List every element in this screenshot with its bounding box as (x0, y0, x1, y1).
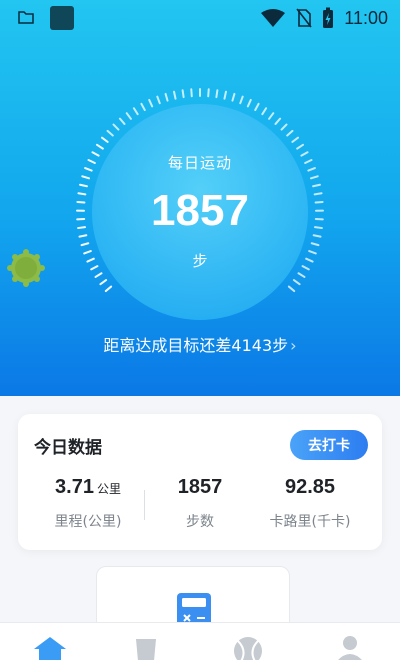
ring-tick (101, 136, 109, 143)
step-unit: 步 (192, 252, 208, 270)
app-square-icon (50, 6, 74, 30)
stat-steps-value: 1857 (177, 476, 223, 498)
floating-badge-icon[interactable] (6, 248, 46, 288)
ring-tick (287, 285, 296, 293)
today-data-card: 今日数据 去打卡 3.71 公里 里程(公里) 1857 步数 92.85 卡路里… (18, 414, 382, 550)
step-count: 1857 (151, 186, 249, 235)
goal-remaining-link[interactable]: 距离达成目标还差4143步 › (0, 332, 400, 356)
stat-steps-label: 步数 (186, 514, 214, 530)
ring-tick (310, 175, 319, 180)
stat-calories: 92.85 卡路里(千卡) (250, 476, 370, 531)
ring-tick (156, 95, 161, 105)
ring-tick (231, 92, 236, 102)
ring-tick (215, 89, 219, 99)
ring-tick (118, 117, 126, 125)
folder-icon (18, 11, 34, 24)
stat-steps: 1857 步数 (140, 476, 260, 531)
ring-tick (80, 242, 90, 247)
status-bar: 11:00 (0, 0, 400, 36)
ring-tick (296, 143, 305, 150)
ring-tick (310, 242, 320, 247)
bottom-tab-bar (0, 622, 400, 660)
stat-calories-value: 92.85 (284, 476, 336, 498)
chevron-right-icon: › (290, 336, 297, 355)
wifi-icon (261, 9, 286, 27)
ring-tick (148, 98, 154, 108)
card-title: 今日数据 (34, 438, 102, 458)
ring-tick (99, 279, 108, 286)
tennis-ball-icon[interactable] (230, 633, 266, 660)
ring-tick (94, 272, 103, 278)
ring-tick (254, 102, 260, 111)
ring-tick (132, 107, 139, 116)
battery-charging-icon (323, 7, 334, 28)
stat-distance: 3.71 公里 里程(公里) (28, 476, 148, 531)
ring-tick (173, 90, 177, 100)
ring-tick (223, 90, 227, 100)
ring-tick (261, 107, 268, 116)
ring-tick (292, 279, 301, 286)
ring-tick (297, 272, 306, 278)
ring-tick (104, 285, 113, 293)
ring-tick (81, 175, 90, 180)
ring-tick (239, 95, 244, 105)
ring-tick (268, 112, 275, 120)
ring-tick (95, 143, 104, 150)
ring-tick (280, 123, 288, 131)
ring-tick (164, 92, 169, 102)
ring-tick (140, 102, 146, 111)
ring-label: 每日运动 (167, 154, 232, 172)
ring-tick (106, 129, 114, 137)
clock: 11:00 (344, 7, 388, 28)
profile-icon[interactable] (332, 633, 368, 660)
ring-tick (125, 112, 132, 120)
checkin-button[interactable]: 去打卡 (290, 430, 368, 460)
stat-calories-label: 卡路里(千卡) (269, 514, 351, 530)
ring-tick (112, 123, 120, 131)
ring-tick (246, 98, 252, 108)
no-sim-icon (296, 8, 312, 28)
stat-distance-unit: 公里 (96, 482, 121, 496)
ring-tick (274, 117, 282, 125)
ring-tick (286, 129, 294, 137)
hero-panel: 11:00 每日运动 1857 步 距离达成目标还差4143步 › (0, 0, 400, 396)
goal-remaining-text: 距离达成目标还差4143步 (103, 336, 289, 355)
ring-tick (291, 136, 299, 143)
ring-tick (181, 89, 185, 99)
stat-distance-label: 里程(公里) (54, 514, 122, 530)
stat-distance-value: 3.71 (55, 476, 94, 498)
home-icon[interactable] (32, 633, 68, 660)
cup-icon[interactable] (128, 633, 164, 660)
